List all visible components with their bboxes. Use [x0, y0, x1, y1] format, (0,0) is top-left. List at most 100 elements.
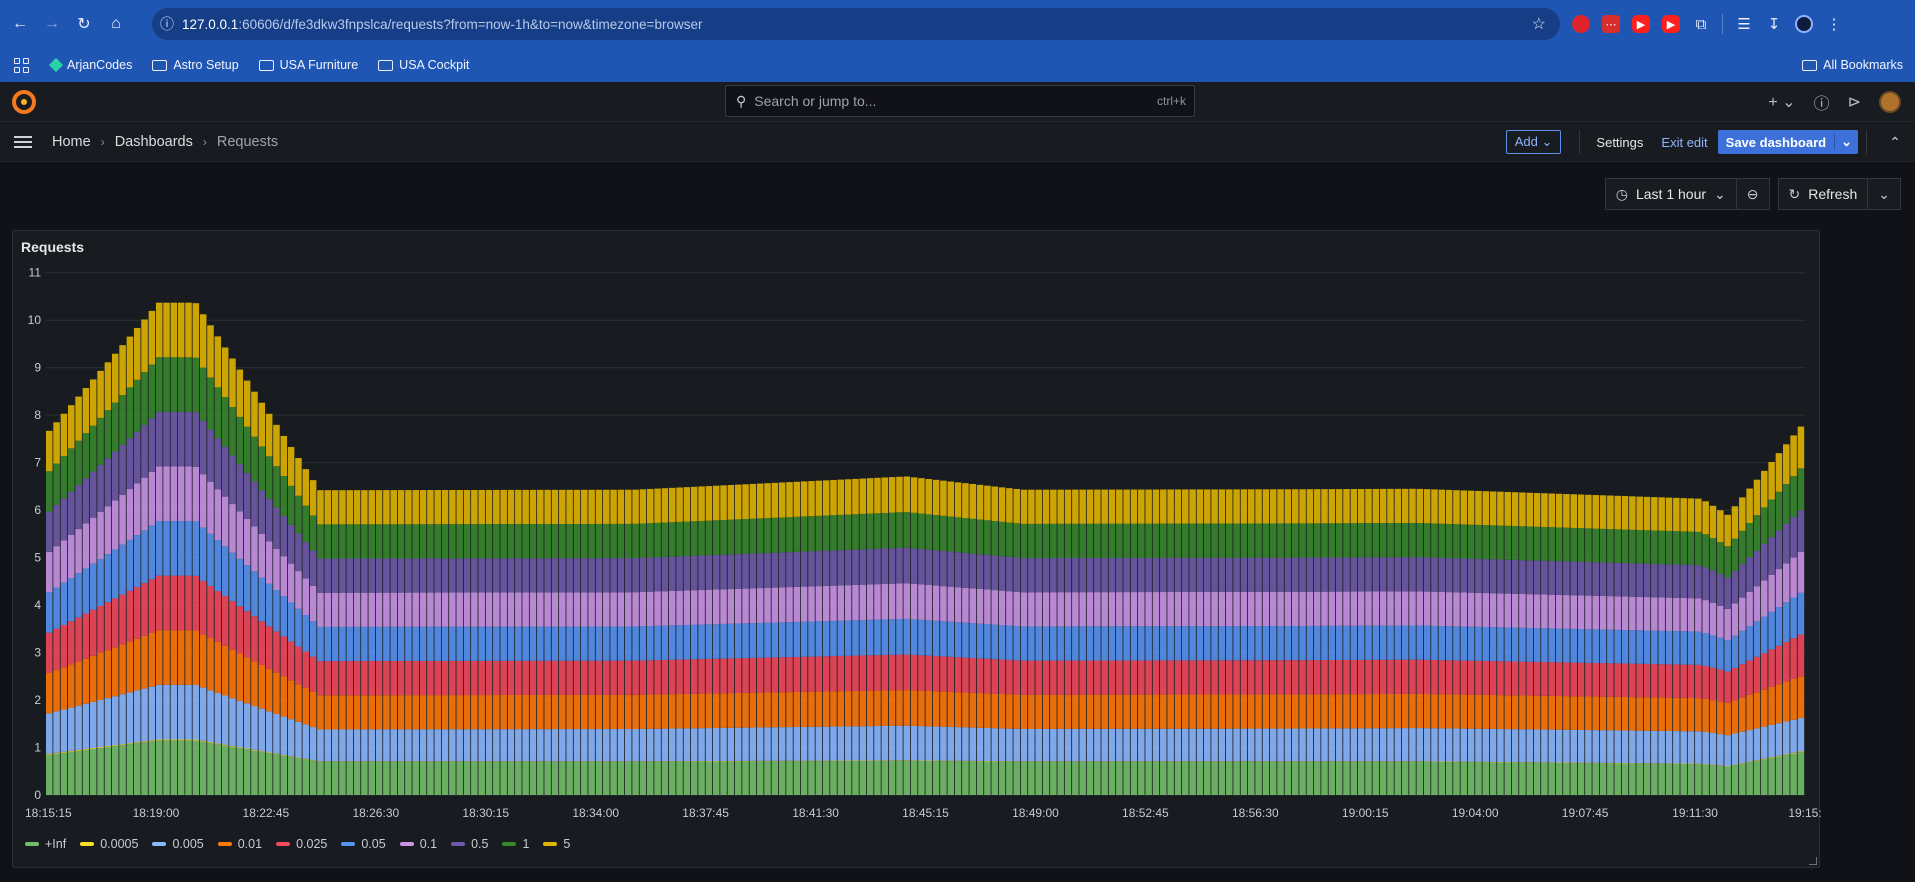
- exit-edit-button[interactable]: Exit edit: [1651, 131, 1717, 154]
- bar-segment: [1101, 523, 1108, 558]
- bar-segment: [888, 654, 896, 691]
- bookmark-arjancodes[interactable]: ArjanCodes: [48, 57, 132, 73]
- user-avatar[interactable]: [1879, 91, 1901, 113]
- add-button[interactable]: Add ⌄: [1505, 130, 1562, 154]
- bar-segment: [588, 694, 595, 730]
- bar-segment: [1189, 523, 1196, 558]
- address-bar[interactable]: ⓘ 127.0.0.1:60606/d/fe3dkw3fnpslca/reque…: [152, 8, 1560, 40]
- site-info-icon[interactable]: ⓘ: [152, 14, 182, 34]
- legend-item[interactable]: 0.025: [276, 837, 327, 851]
- bar-segment: [610, 761, 617, 795]
- bar-segment: [280, 476, 288, 517]
- forward-icon[interactable]: →: [38, 10, 66, 38]
- bookmark-usa-furniture[interactable]: USA Furniture: [258, 58, 359, 72]
- bar-segment: [368, 729, 376, 762]
- apps-grid-icon[interactable]: [14, 57, 29, 73]
- bar-segment: [1255, 557, 1262, 592]
- menu-icon[interactable]: [14, 135, 32, 148]
- bar-segment: [1445, 626, 1453, 661]
- bar-segment: [1387, 557, 1394, 592]
- y-tick-label: 8: [34, 408, 41, 422]
- puzzle-icon[interactable]: ⧉: [1692, 15, 1710, 33]
- chevron-down-icon[interactable]: ⌄: [1834, 134, 1858, 150]
- legend-item[interactable]: 5: [543, 837, 570, 851]
- search-input[interactable]: ⚲ Search or jump to... ctrl+k: [725, 85, 1195, 117]
- legend-item[interactable]: 0.005: [152, 837, 204, 851]
- bar-segment: [991, 624, 998, 660]
- bookmark-usa-cockpit[interactable]: USA Cockpit: [378, 58, 469, 72]
- bookmark-astro-setup[interactable]: Astro Setup: [152, 58, 239, 72]
- resize-handle[interactable]: [1809, 857, 1817, 865]
- legend-item[interactable]: 1: [502, 837, 529, 851]
- legend-item[interactable]: 0.05: [341, 837, 386, 851]
- bar-segment: [1665, 597, 1673, 631]
- legend-item[interactable]: 0.1: [399, 837, 437, 851]
- bar-segment: [1753, 692, 1761, 729]
- time-range-picker[interactable]: ◷ Last 1 hour ⌄: [1604, 178, 1737, 210]
- bar-segment: [1160, 728, 1167, 762]
- bar-segment: [251, 749, 258, 751]
- bar-segment: [1328, 694, 1336, 729]
- extension-dots-icon[interactable]: ⋯: [1602, 15, 1620, 33]
- bar-segment: [617, 761, 625, 795]
- chevron-up-icon[interactable]: ⌃: [1875, 134, 1915, 151]
- bar-segment: [1321, 761, 1328, 795]
- settings-button[interactable]: Settings: [1588, 131, 1651, 154]
- refresh-button[interactable]: ↻ Refresh: [1777, 178, 1869, 210]
- media-queue-icon[interactable]: ☰: [1735, 15, 1753, 33]
- bar-segment: [991, 590, 998, 625]
- help-icon[interactable]: ⓘ: [1814, 90, 1830, 114]
- all-bookmarks[interactable]: All Bookmarks: [1802, 58, 1903, 72]
- new-plus-icon[interactable]: + ⌄: [1768, 92, 1795, 112]
- requests-panel[interactable]: Requests 0 1 2 3 4 5 6 7 8 9 10 11 18:15:15 18:19:00 1…: [12, 230, 1821, 868]
- bar-segment: [397, 761, 405, 795]
- bar-segment: [1658, 530, 1665, 565]
- bar-segment: [573, 729, 581, 762]
- bar-segment: [1255, 626, 1262, 661]
- legend-item[interactable]: +Inf: [25, 837, 66, 851]
- bar-segment: [610, 558, 617, 593]
- bar-segment: [947, 586, 955, 622]
- bar-segment: [1094, 489, 1101, 524]
- legend-item[interactable]: 0.0005: [80, 837, 138, 851]
- reload-icon[interactable]: ↻: [70, 10, 98, 38]
- bar-segment: [471, 592, 478, 627]
- save-dashboard-button[interactable]: Save dashboard ⌄: [1717, 130, 1858, 154]
- bar-segment: [932, 479, 940, 516]
- more-menu-icon[interactable]: ⋮: [1825, 15, 1843, 33]
- extension-red-icon[interactable]: [1572, 15, 1590, 33]
- back-icon[interactable]: ←: [6, 10, 34, 38]
- bar-segment: [712, 520, 720, 555]
- download-icon[interactable]: ↧: [1765, 15, 1783, 33]
- bar-segment: [668, 522, 676, 557]
- youtube-alt-icon[interactable]: ▶: [1662, 15, 1680, 33]
- bar-segment: [1013, 591, 1020, 627]
- bar-segment: [896, 583, 903, 620]
- bar-segment: [449, 695, 456, 730]
- bar-segment: [1204, 626, 1211, 661]
- bar-segment: [148, 686, 156, 741]
- bar-segment: [581, 592, 588, 627]
- bar-segment: [881, 619, 889, 655]
- youtube-icon[interactable]: ▶: [1632, 15, 1650, 33]
- news-feed-icon[interactable]: ⊳: [1848, 92, 1861, 112]
- legend-item[interactable]: 0.01: [217, 837, 262, 851]
- bar-segment: [1504, 661, 1512, 696]
- refresh-interval-dropdown[interactable]: ⌄: [1868, 178, 1901, 210]
- bar-segment: [1357, 488, 1365, 524]
- breadcrumb-home[interactable]: Home: [52, 134, 91, 150]
- bookmark-star-icon[interactable]: ☆: [1532, 14, 1546, 34]
- zoom-out-button[interactable]: ⊖: [1736, 178, 1770, 210]
- profile-avatar-icon[interactable]: [1795, 15, 1813, 33]
- breadcrumb-dashboards[interactable]: Dashboards: [115, 134, 193, 150]
- home-icon[interactable]: ⌂: [102, 10, 130, 38]
- bar-segment: [148, 579, 156, 633]
- bookmark-label: USA Furniture: [279, 58, 359, 72]
- bar-segment: [991, 693, 998, 729]
- bar-segment: [317, 729, 324, 762]
- bar-segment: [419, 490, 427, 525]
- legend-item[interactable]: 0.5: [451, 837, 488, 851]
- bar-segment: [1284, 761, 1292, 795]
- toolbar-actions: Add ⌄ Settings Exit edit Save dashboard …: [1505, 128, 1915, 156]
- grafana-logo-icon[interactable]: [12, 90, 36, 114]
